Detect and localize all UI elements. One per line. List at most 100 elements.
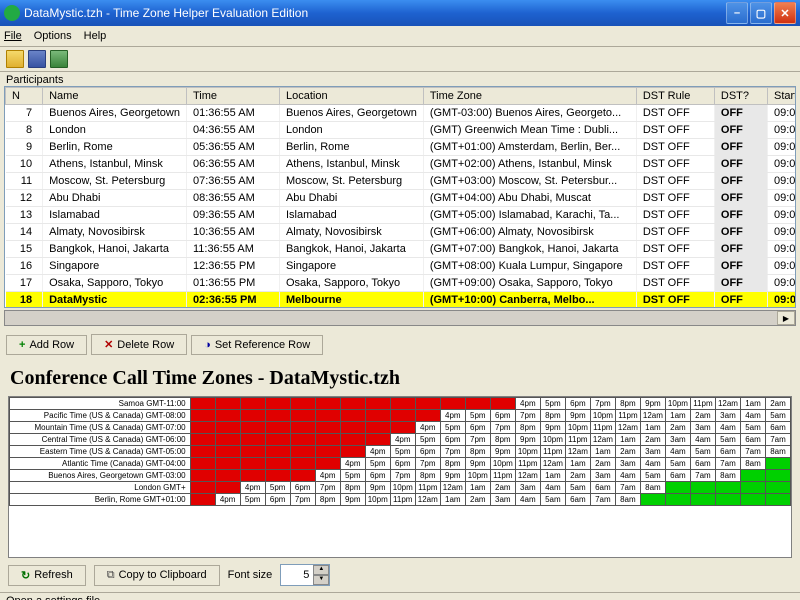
chart-cell: 10am <box>265 422 290 434</box>
add-row-button[interactable]: Add Row <box>6 335 87 355</box>
col-dst[interactable]: DST? <box>714 88 767 105</box>
chart-cell: 6am <box>665 470 690 482</box>
table-row[interactable]: 7Buenos Aires, Georgetown01:36:55 AMBuen… <box>6 105 797 122</box>
col-dstrule[interactable]: DST Rule <box>636 88 714 105</box>
chart-row: Samoa GMT-11:003am4am5am6am7am8am9am10am… <box>10 398 791 410</box>
refresh-button[interactable]: Refresh <box>8 565 86 586</box>
scroll-right-icon[interactable]: ▶ <box>777 311 795 325</box>
chart-row: Central Time (US & Canada) GMT-06:008am9… <box>10 434 791 446</box>
delete-row-button[interactable]: Delete Row <box>91 334 187 355</box>
chart-cell: 3am <box>715 410 740 422</box>
save-icon[interactable] <box>28 50 46 68</box>
chart-cell: 4am <box>615 470 640 482</box>
chart-cell: 4pm <box>365 446 390 458</box>
chart-cell: 2am <box>690 410 715 422</box>
chart-cell: 4am <box>540 482 565 494</box>
col-name[interactable]: Name <box>43 88 187 105</box>
grid-header-row: N Name Time Location Time Zone DST Rule … <box>6 88 797 105</box>
table-row[interactable]: 12Abu Dhabi08:36:55 AMAbu Dhabi(GMT+04:0… <box>6 190 797 207</box>
open-icon[interactable] <box>6 50 24 68</box>
chart-cell: 7pm <box>490 422 515 434</box>
title-bar: DataMystic.tzh - Time Zone Helper Evalua… <box>0 0 800 26</box>
table-row[interactable]: 10Athens, Istanbul, Minsk06:36:55 AMAthe… <box>6 156 797 173</box>
chart-cell: 7pm <box>440 446 465 458</box>
spin-up-icon[interactable]: ▲ <box>313 565 329 575</box>
chart-row: Berlin, Rome GMT+01:003pm4pm5pm6pm7pm8pm… <box>10 494 791 506</box>
participants-label: Participants <box>0 72 800 86</box>
chart-cell: 8am <box>715 470 740 482</box>
table-row[interactable]: 17Osaka, Sapporo, Tokyo01:36:55 PMOsaka,… <box>6 275 797 292</box>
menu-file[interactable]: File <box>4 30 22 42</box>
chart-cell: 5am <box>640 470 665 482</box>
chart-cell: 2pm <box>765 494 790 506</box>
minimize-button[interactable]: – <box>726 2 748 24</box>
chart-cell: 2am <box>665 422 690 434</box>
font-size-spinner[interactable]: ▲▼ <box>280 564 330 586</box>
table-row[interactable]: 18DataMystic02:36:55 PMMelbourne(GMT+10:… <box>6 292 797 309</box>
export-icon[interactable] <box>50 50 68 68</box>
maximize-button[interactable]: ▢ <box>750 2 772 24</box>
chart-cell: 10pm <box>490 458 515 470</box>
col-time[interactable]: Time <box>186 88 279 105</box>
chart-cell: 6am <box>765 422 790 434</box>
chart-cell: 12am <box>565 446 590 458</box>
table-row[interactable]: 14Almaty, Novosibirsk10:36:55 AMAlmaty, … <box>6 224 797 241</box>
table-row[interactable]: 16Singapore12:36:55 PMSingapore(GMT+08:0… <box>6 258 797 275</box>
chart-cell: 8pm <box>315 494 340 506</box>
chart-cell: 2am <box>765 398 790 410</box>
table-row[interactable]: 9Berlin, Rome05:36:55 AMBerlin, Rome(GMT… <box>6 139 797 156</box>
font-size-input[interactable] <box>281 568 313 582</box>
close-button[interactable]: ✕ <box>774 2 796 24</box>
chart-cell: 9pm <box>640 398 665 410</box>
chart-cell: 6am <box>690 458 715 470</box>
chart-cell: 11pm <box>490 470 515 482</box>
chart-cell: 5pm <box>365 458 390 470</box>
chart-cell: 4am <box>715 422 740 434</box>
chart-cell: 7am <box>615 482 640 494</box>
table-row[interactable]: 13Islamabad09:36:55 AMIslamabad(GMT+05:0… <box>6 207 797 224</box>
horizontal-scrollbar[interactable]: ▶ <box>4 310 796 326</box>
col-timezone[interactable]: Time Zone <box>423 88 636 105</box>
chart-cell: 7pm <box>290 494 315 506</box>
chart-cell: 1am <box>465 482 490 494</box>
chart-cell: 6am <box>565 494 590 506</box>
table-row[interactable]: 11Moscow, St. Petersburg07:36:55 AMMosco… <box>6 173 797 190</box>
bottom-toolbar: Refresh Copy to Clipboard Font size ▲▼ <box>0 558 800 592</box>
chart-cell: 9am <box>765 458 790 470</box>
participants-grid[interactable]: N Name Time Location Time Zone DST Rule … <box>4 86 796 308</box>
chart-cell: 8am <box>240 410 265 422</box>
refresh-icon <box>21 569 30 582</box>
chart-cell: 5am <box>565 482 590 494</box>
chart-cell: 1pm <box>265 458 290 470</box>
chart-cell: 5am <box>765 410 790 422</box>
chart-cell: 11am <box>315 410 340 422</box>
set-reference-row-button[interactable]: Set Reference Row <box>191 335 323 355</box>
chart-cell: 9am <box>265 410 290 422</box>
table-row[interactable]: 15Bangkok, Hanoi, Jakarta11:36:55 AMBang… <box>6 241 797 258</box>
chart-cell: 3pm <box>215 482 240 494</box>
chart-cell: 3pm <box>315 458 340 470</box>
col-location[interactable]: Location <box>279 88 423 105</box>
chart-cell: 10pm <box>590 410 615 422</box>
col-n[interactable]: N <box>6 88 43 105</box>
col-start[interactable]: Start of business day <box>767 88 796 105</box>
chart-cell: 9am <box>190 446 215 458</box>
copy-clipboard-button[interactable]: Copy to Clipboard <box>94 565 220 586</box>
chart-cell: 12am <box>515 470 540 482</box>
chart-cell: 12pm <box>215 470 240 482</box>
timezone-chart[interactable]: Samoa GMT-11:003am4am5am6am7am8am9am10am… <box>8 396 792 558</box>
chart-cell: 3pm <box>190 494 215 506</box>
menu-options[interactable]: Options <box>34 30 72 42</box>
chart-cell: 12pm <box>740 482 765 494</box>
table-row[interactable]: 8London04:36:55 AMLondon(GMT) Greenwich … <box>6 122 797 139</box>
chart-cell: 9am <box>340 398 365 410</box>
spin-down-icon[interactable]: ▼ <box>313 575 329 585</box>
chart-cell: 9am <box>665 482 690 494</box>
chart-cell: 1pm <box>340 422 365 434</box>
chart-cell: 5pm <box>465 410 490 422</box>
reference-icon <box>204 339 211 351</box>
chart-cell: 5am <box>740 422 765 434</box>
menu-help[interactable]: Help <box>84 30 107 42</box>
chart-cell: 11pm <box>565 434 590 446</box>
chart-cell: 1am <box>440 494 465 506</box>
